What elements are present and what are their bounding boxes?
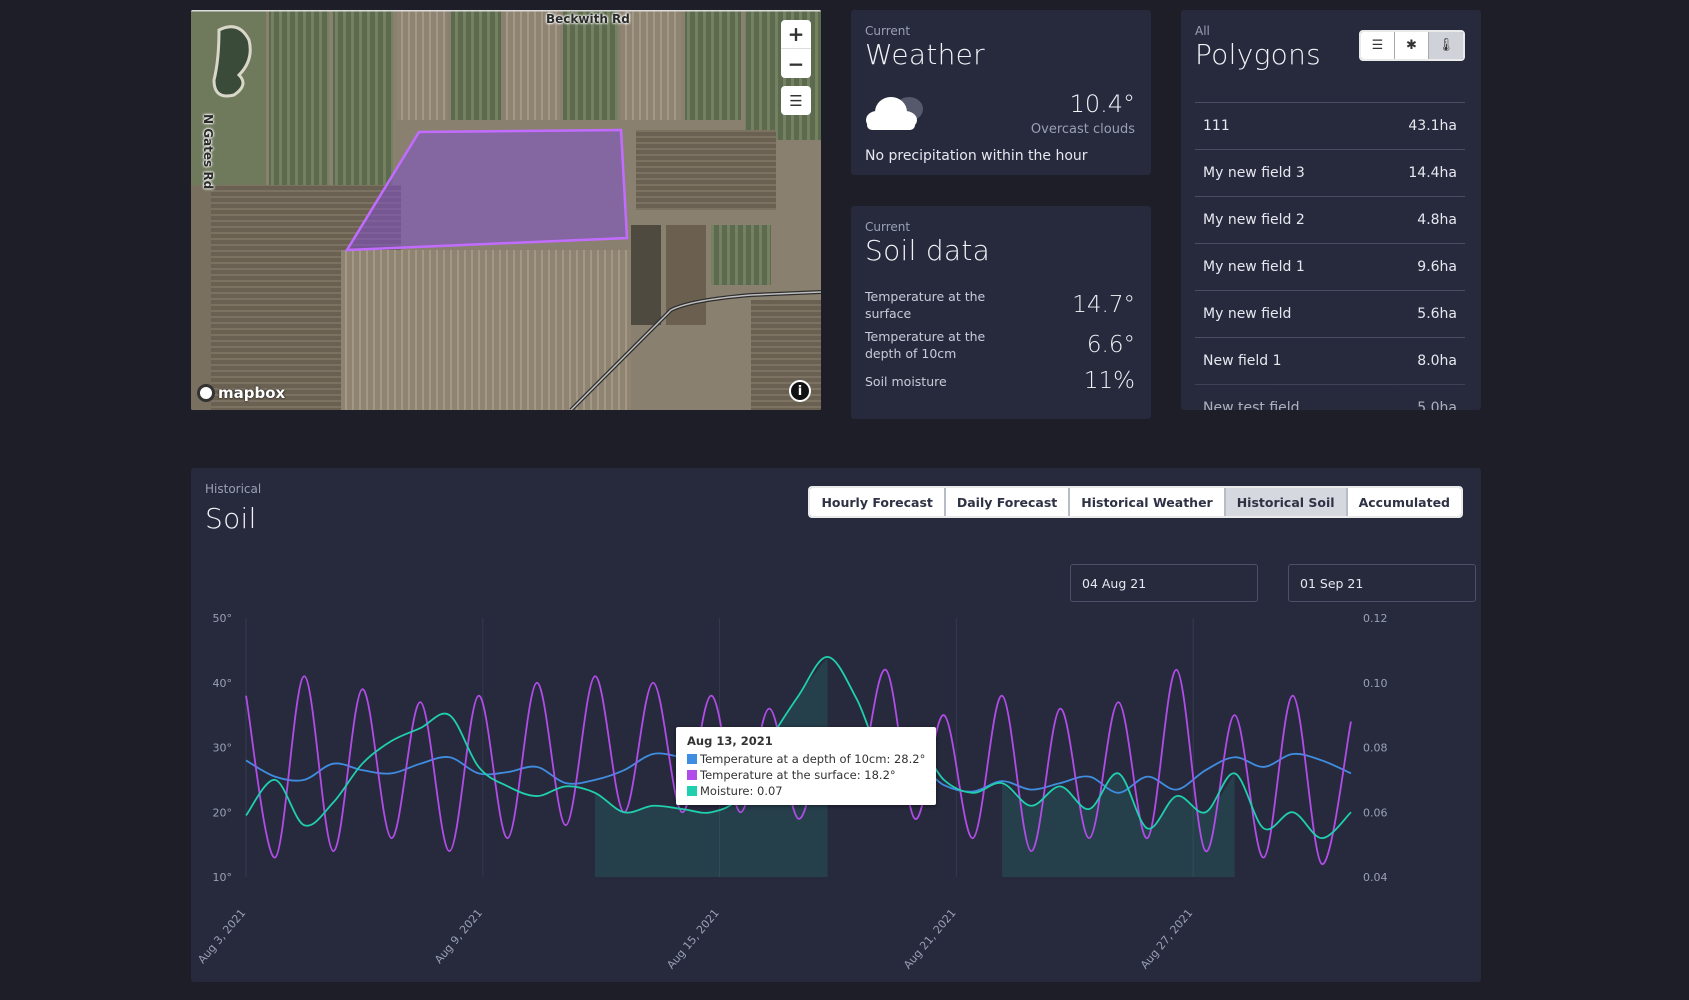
layers-list-button[interactable]: ☰ [781,86,811,115]
polygon-area: 14.4ha [1408,165,1457,181]
list-item[interactable]: My new field 5.6ha [1195,290,1465,337]
weather-kicker: Current [865,24,911,38]
soil-title: Soil data [865,234,991,267]
historical-soil-card: Historical Soil Hourly Forecast Daily Fo… [191,468,1481,982]
polygon-name: New test field [1203,400,1300,410]
soil-history-chart: Aug 3, 2021 Aug 9, 2021 Aug 15, 2021 Aug 21… [195,612,1388,972]
road-label-left: N Gates Rd [201,114,215,190]
satellite-icon: ✱ [1406,38,1417,53]
weather-title: Weather [865,38,985,71]
tooltip-row: Temperature at the surface: 18.2° [700,768,896,782]
y-left-tick-label: 40° [213,677,233,690]
polygon-area: 4.8ha [1417,212,1457,228]
mapbox-logo[interactable]: mapbox [197,384,285,402]
soil-row-surface: Temperature at the surface 14.7° [865,288,1135,322]
satellite-view-button[interactable]: ✱ [1395,32,1429,59]
list-item[interactable]: 111 43.1ha [1195,102,1465,149]
thermometer-icon: 🌡︎ [1437,38,1455,53]
y-left-tick-label: 50° [213,612,233,625]
list-icon: ☰ [1371,38,1384,53]
tooltip-row: Moisture: 0.07 [700,784,783,798]
y-right-tick-label: 0.10 [1363,677,1388,690]
polygon-name: My new field 2 [1203,212,1305,228]
soil-label: Soil moisture [865,373,947,389]
y-right-tick-label: 0.04 [1363,871,1388,884]
soil-row-moisture: Soil moisture 11% [865,368,1135,394]
list-item[interactable]: New test field 5.0ha [1195,384,1465,410]
weather-card: Current Weather 10.4° Overcast clouds No… [851,10,1151,175]
polygon-name: My new field 3 [1203,165,1305,181]
soil-row-depth: Temperature at the depth of 10cm 6.6° [865,328,1135,362]
polygons-card: All Polygons ☰ ✱ 🌡︎ 111 43.1ha My new fie… [1181,10,1481,410]
polygon-area: 5.6ha [1417,306,1457,322]
polygon-area: 8.0ha [1417,353,1457,369]
cloud-icon [866,97,923,130]
zoom-out-button[interactable]: − [781,49,811,78]
y-right-tick-label: 0.08 [1363,742,1388,755]
satellite-map[interactable]: Beckwith Rd N Gates Rd + − ☰ mapbox i [191,10,821,410]
soil-value: 14.7° [1072,292,1135,318]
y-left-tick-label: 20° [213,806,233,819]
list-view-button[interactable]: ☰ [1361,32,1395,59]
list-item[interactable]: My new field 1 9.6ha [1195,243,1465,290]
polygon-name: My new field 1 [1203,259,1305,275]
precipitation-text: No precipitation within the hour [865,148,1088,164]
y-left-tick-label: 30° [213,742,233,755]
polygons-view-toggle: ☰ ✱ 🌡︎ [1359,30,1465,61]
thermometer-view-button[interactable]: 🌡︎ [1429,32,1463,59]
info-icon[interactable]: i [789,380,811,402]
zoom-in-button[interactable]: + [781,20,811,49]
soil-label: Temperature at the depth of 10cm [865,329,986,361]
weather-temperature: 10.4° [1069,90,1135,118]
soil-value: 6.6° [1086,332,1135,358]
chart-tooltip: Aug 13, 2021 Temperature at a depth of 1… [676,727,937,805]
mapbox-logo-text: mapbox [218,384,286,402]
polygon-name: 111 [1203,118,1230,134]
polygon-name: New field 1 [1203,353,1282,369]
list-item[interactable]: My new field 3 14.4ha [1195,149,1465,196]
weather-description: Overcast clouds [1030,122,1135,137]
road-label-top: Beckwith Rd [546,12,630,26]
list-item[interactable]: My new field 2 4.8ha [1195,196,1465,243]
x-tick-label: Aug 21, 2021 [901,907,959,972]
polygon-area: 9.6ha [1417,259,1457,275]
x-tick-label: Aug 15, 2021 [664,907,722,972]
moisture-swatch [687,786,697,796]
y-right-tick-label: 0.12 [1363,612,1388,625]
depth-swatch [687,754,697,764]
soil-value: 11% [1083,368,1135,394]
polygon-area: 43.1ha [1408,118,1457,134]
x-tick-label: Aug 3, 2021 [195,907,248,967]
x-tick-label: Aug 9, 2021 [432,907,485,967]
tooltip-row: Temperature at a depth of 10cm: 28.2° [700,752,926,766]
polygon-name: My new field [1203,306,1292,322]
list-icon: ☰ [789,91,803,110]
surface-swatch [687,770,697,780]
x-tick-label: Aug 27, 2021 [1138,907,1196,972]
mapbox-mark-icon [197,384,215,402]
soil-kicker: Current [865,220,911,234]
satellite-imagery [191,10,821,410]
soil-data-card: Current Soil data Temperature at the sur… [851,206,1151,419]
polygon-list: 111 43.1ha My new field 3 14.4ha My new fi… [1195,102,1465,410]
list-item[interactable]: New field 1 8.0ha [1195,337,1465,384]
polygon-area: 5.0ha [1417,400,1457,410]
y-right-tick-label: 0.06 [1363,806,1388,819]
y-left-tick-label: 10° [213,871,233,884]
tooltip-title: Aug 13, 2021 [687,734,773,748]
soil-label: Temperature at the surface [865,289,986,321]
